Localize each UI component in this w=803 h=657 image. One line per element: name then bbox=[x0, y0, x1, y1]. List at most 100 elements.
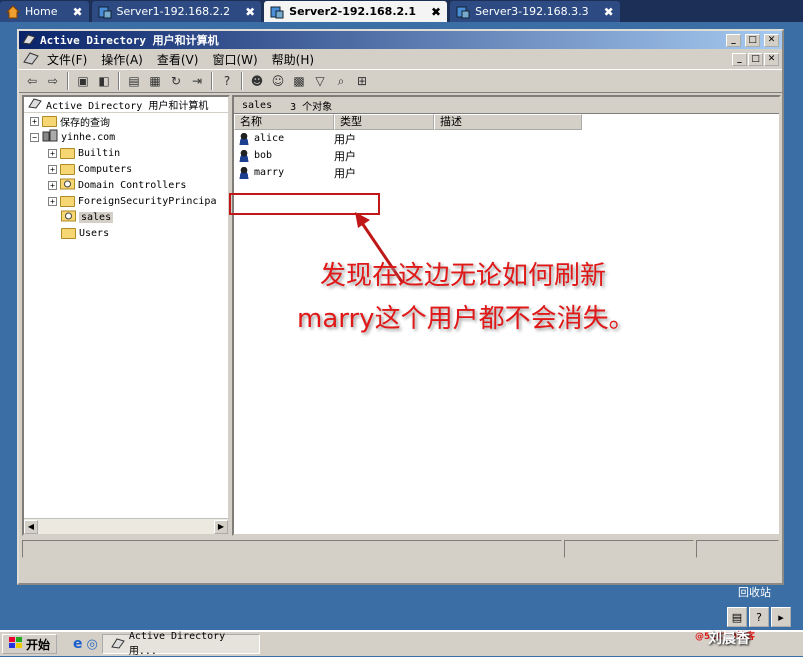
help-icon[interactable]: ? bbox=[749, 607, 769, 627]
folder-icon bbox=[61, 227, 76, 239]
child-close-button[interactable]: ✕ bbox=[764, 52, 779, 66]
status-pane bbox=[564, 540, 694, 558]
close-icon[interactable]: ✖ bbox=[72, 5, 82, 19]
home-icon bbox=[5, 4, 21, 19]
menu-window[interactable]: 窗口(W) bbox=[206, 50, 263, 69]
child-restore-button[interactable]: □ bbox=[748, 52, 763, 66]
object-count: 3 个对象 bbox=[290, 101, 333, 113]
minimize-button[interactable]: _ bbox=[726, 33, 741, 47]
new-group-icon[interactable]: ☺ bbox=[269, 72, 287, 90]
expand-icon[interactable]: + bbox=[48, 196, 57, 206]
recycle-bin-label[interactable]: 回收站 bbox=[738, 584, 771, 600]
menu-view[interactable]: 查看(V) bbox=[151, 50, 205, 69]
child-window-controls: _ □ ✕ bbox=[732, 52, 782, 66]
expand-icon[interactable]: + bbox=[48, 164, 57, 174]
collapse-icon[interactable]: − bbox=[30, 132, 39, 142]
status-pane bbox=[22, 540, 562, 558]
tray-icon[interactable]: ▸ bbox=[771, 607, 791, 627]
tree-item-label: ForeignSecurityPrincipa bbox=[78, 195, 217, 207]
refresh-icon[interactable]: ↻ bbox=[167, 72, 185, 90]
tree-item-domain[interactable]: − yinhe.com bbox=[24, 129, 228, 145]
tree-item-domain-controllers[interactable]: + Domain Controllers bbox=[24, 177, 228, 193]
tree-horizontal-scrollbar[interactable]: ◀ ▶ bbox=[24, 518, 228, 534]
column-type[interactable]: 类型 bbox=[334, 114, 434, 130]
filter-icon[interactable]: ▽ bbox=[311, 72, 329, 90]
list-item[interactable]: alice 用户 bbox=[234, 130, 779, 147]
new-ou-icon[interactable]: ▩ bbox=[290, 72, 308, 90]
system-tray: ▤ ? ▸ bbox=[727, 604, 803, 630]
show-tree-icon[interactable]: ◧ bbox=[95, 72, 113, 90]
tree-item-saved-queries[interactable]: + 保存的查询 bbox=[24, 113, 228, 129]
expand-icon[interactable]: + bbox=[30, 116, 39, 126]
scroll-left-icon[interactable]: ◀ bbox=[24, 519, 38, 534]
back-icon[interactable]: ⇦ bbox=[23, 72, 41, 90]
up-folder-icon[interactable]: ▣ bbox=[74, 72, 92, 90]
toolbar-separator bbox=[118, 72, 120, 90]
close-icon[interactable]: ✖ bbox=[431, 5, 441, 19]
help-icon[interactable]: ? bbox=[218, 72, 236, 90]
start-button[interactable]: 开始 bbox=[2, 634, 58, 654]
task-label: Active Directory 用... bbox=[128, 631, 226, 657]
annotation-text-line1: 发现在这边无论如何刷新 bbox=[320, 261, 607, 291]
server-icon bbox=[98, 5, 112, 19]
tree-item-sales[interactable]: sales bbox=[24, 209, 228, 225]
user-type: 用户 bbox=[334, 149, 356, 163]
list-item[interactable]: marry 用户 bbox=[234, 164, 779, 181]
ou-icon bbox=[61, 210, 76, 225]
user-name: marry bbox=[254, 167, 285, 178]
tree-item-label: Computers bbox=[78, 163, 133, 175]
new-user-icon[interactable]: ☻ bbox=[248, 72, 266, 90]
tree-item-builtin[interactable]: + Builtin bbox=[24, 145, 228, 161]
close-button[interactable]: ✕ bbox=[764, 33, 779, 47]
status-pane bbox=[696, 540, 779, 558]
export-list-icon[interactable]: ⇥ bbox=[188, 72, 206, 90]
find-icon[interactable]: ⌕ bbox=[332, 72, 350, 90]
maximize-button[interactable]: □ bbox=[745, 33, 760, 47]
menu-action[interactable]: 操作(A) bbox=[95, 50, 149, 69]
column-name[interactable]: 名称 bbox=[234, 114, 334, 130]
tab-server1[interactable]: Server1-192.168.2.2 ✖ bbox=[91, 1, 262, 22]
menu-file[interactable]: 文件(F) bbox=[41, 50, 93, 69]
folder-icon bbox=[60, 195, 75, 207]
tab-server2[interactable]: Server2-192.168.2.1 ✖ bbox=[264, 1, 448, 22]
menu-bar: 文件(F) 操作(A) 查看(V) 窗口(W) 帮助(H) _ □ ✕ bbox=[19, 49, 782, 69]
forward-icon[interactable]: ⇨ bbox=[44, 72, 62, 90]
close-icon[interactable]: ✖ bbox=[245, 5, 255, 19]
network-icon[interactable]: ▤ bbox=[727, 607, 747, 627]
tab-label: Server3-192.168.3.3 bbox=[475, 5, 589, 18]
expand-icon[interactable]: + bbox=[48, 148, 57, 158]
console-tree: Active Directory 用户和计算机 + 保存的查询 − yinhe.… bbox=[22, 95, 230, 536]
ie-icon[interactable]: e bbox=[73, 636, 83, 652]
tab-server3[interactable]: Server3-192.168.3.3 ✖ bbox=[450, 1, 620, 22]
tree-item-label: Builtin bbox=[78, 147, 121, 159]
tab-home[interactable]: Home ✖ bbox=[0, 1, 89, 22]
add-to-group-icon[interactable]: ⊞ bbox=[353, 72, 371, 90]
delete-icon[interactable]: ▤ bbox=[125, 72, 143, 90]
close-icon[interactable]: ✖ bbox=[604, 5, 614, 19]
ie-settings-icon[interactable]: ◎ bbox=[87, 637, 98, 652]
toolbar-separator bbox=[211, 72, 213, 90]
list-item-name-cell: marry bbox=[234, 166, 334, 179]
tree-item-users[interactable]: Users bbox=[24, 225, 228, 241]
details-title: sales bbox=[242, 99, 273, 111]
expand-icon[interactable]: + bbox=[48, 180, 57, 190]
child-minimize-button[interactable]: _ bbox=[732, 52, 747, 66]
list-item[interactable]: bob 用户 bbox=[234, 147, 779, 164]
list-item-name-cell: alice bbox=[234, 132, 334, 145]
menu-help[interactable]: 帮助(H) bbox=[266, 50, 320, 69]
details-header: sales 3 个对象 bbox=[234, 97, 779, 114]
properties-icon[interactable]: ▦ bbox=[146, 72, 164, 90]
annotation-text-line2: marry这个用户都不会消失。 bbox=[297, 304, 635, 334]
scroll-right-icon[interactable]: ▶ bbox=[214, 519, 228, 534]
domain-icon bbox=[42, 129, 58, 145]
taskbar-task-ad[interactable]: Active Directory 用... bbox=[101, 631, 260, 657]
column-description[interactable]: 描述 bbox=[434, 114, 582, 130]
mmc-icon bbox=[22, 33, 36, 48]
tree-item-computers[interactable]: + Computers bbox=[24, 161, 228, 177]
ou-icon bbox=[60, 178, 75, 193]
console-icon bbox=[28, 97, 42, 112]
tree-root[interactable]: Active Directory 用户和计算机 bbox=[24, 97, 228, 113]
status-bar bbox=[22, 540, 779, 558]
tree-item-foreign-security-principals[interactable]: + ForeignSecurityPrincipa bbox=[24, 193, 228, 209]
user-name: alice bbox=[254, 133, 285, 144]
